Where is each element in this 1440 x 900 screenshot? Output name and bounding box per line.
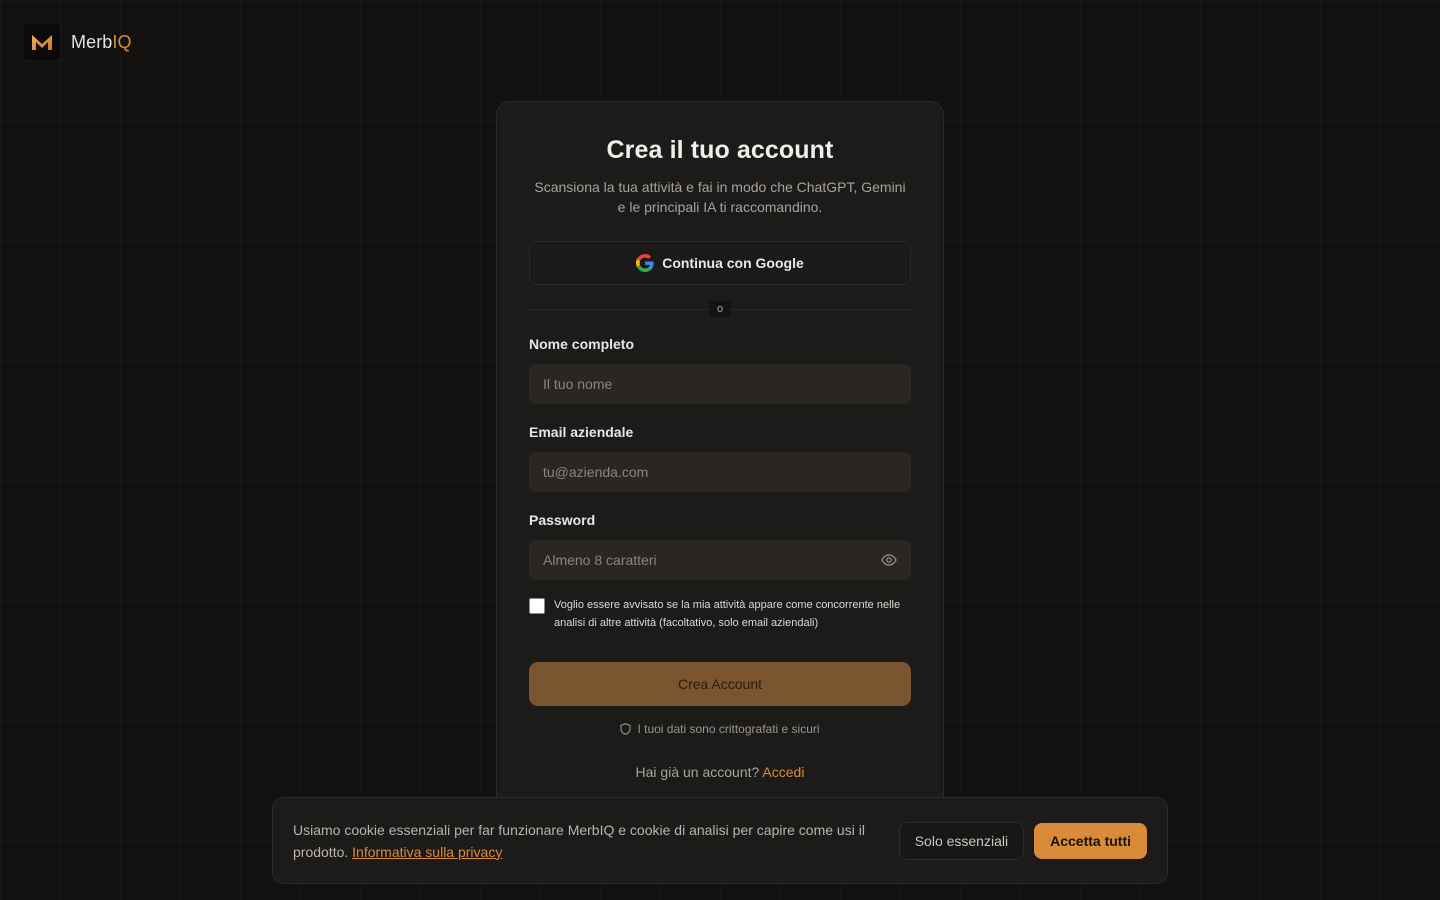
- page-title: Crea il tuo account: [606, 136, 834, 164]
- cookie-actions: Solo essenziali Accetta tutti: [898, 821, 1147, 860]
- brand-header: MerbIQ: [24, 24, 132, 60]
- password-field-group: Password Almeno 8 caratteri: [529, 512, 911, 580]
- create-account-button[interactable]: Crea Account: [529, 662, 911, 706]
- competitor-alert-consent: Voglio essere avvisato se la mia attivit…: [529, 596, 911, 632]
- name-label: Nome completo: [529, 336, 635, 352]
- privacy-policy-link[interactable]: Informativa sulla privacy: [352, 844, 502, 860]
- divider: o: [529, 301, 911, 317]
- accept-all-button[interactable]: Accetta tutti: [1034, 822, 1147, 859]
- password-input[interactable]: Almeno 8 caratteri: [529, 540, 911, 580]
- login-link[interactable]: Accedi: [762, 764, 804, 780]
- email-input[interactable]: tu@azienda.com: [529, 452, 911, 492]
- password-label: Password: [529, 512, 596, 528]
- password-placeholder: Almeno 8 caratteri: [543, 552, 657, 568]
- name-input[interactable]: Il tuo nome: [529, 364, 911, 404]
- consent-text: Voglio essere avvisato se la mia attivit…: [554, 599, 901, 629]
- brand-logo-icon[interactable]: [24, 24, 60, 60]
- security-note-text: I tuoi dati sono crittografati e sicuri: [637, 722, 820, 736]
- cookie-text: Usiamo cookie essenziali per far funzion…: [293, 819, 883, 863]
- signup-card: Crea il tuo account Scansiona la tua att…: [496, 101, 944, 821]
- email-field-group: Email aziendale tu@azienda.com: [529, 424, 911, 492]
- login-prompt: Hai già un account? Accedi: [529, 764, 911, 780]
- consent-checkbox[interactable]: [529, 598, 545, 614]
- divider-label: o: [708, 301, 732, 317]
- google-signin-button[interactable]: Continua con Google: [529, 241, 911, 285]
- name-field-group: Nome completo Il tuo nome: [529, 336, 911, 404]
- google-button-label: Continua con Google: [662, 255, 804, 271]
- page-subtitle: Scansiona la tua attività e fai in modo …: [534, 179, 906, 215]
- security-note: I tuoi dati sono crittografati e sicuri: [529, 722, 911, 736]
- google-icon: [636, 254, 654, 272]
- eye-icon[interactable]: [881, 554, 897, 566]
- email-label: Email aziendale: [529, 424, 634, 440]
- login-prompt-text: Hai già un account?: [635, 764, 760, 780]
- email-placeholder: tu@azienda.com: [543, 464, 649, 480]
- essential-only-button[interactable]: Solo essenziali: [898, 821, 1025, 860]
- brand-name[interactable]: MerbIQ: [71, 32, 132, 53]
- cookie-banner: Usiamo cookie essenziali per far funzion…: [272, 797, 1168, 884]
- name-placeholder: Il tuo nome: [543, 376, 613, 392]
- shield-icon: [620, 723, 632, 735]
